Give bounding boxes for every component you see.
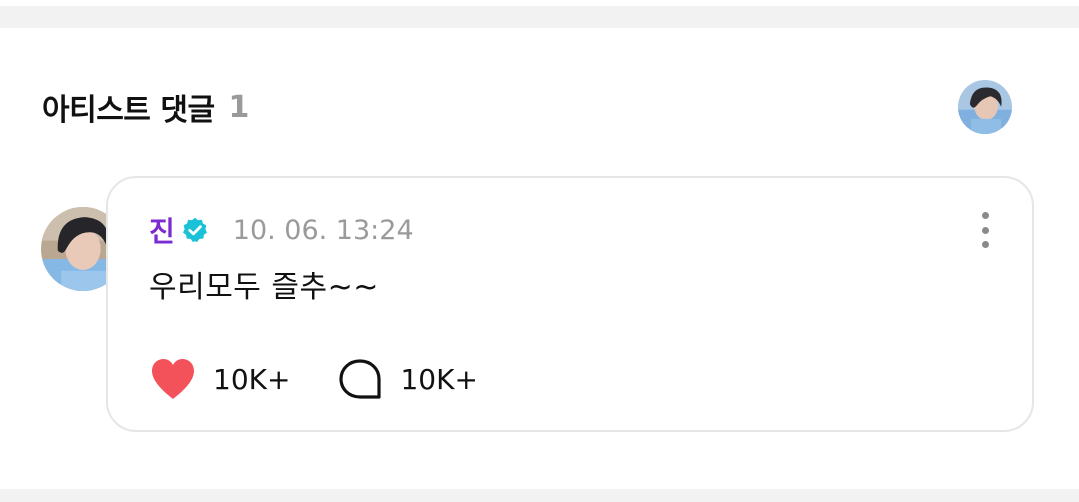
comment-actions: 10K+ 10K+ [149,356,478,402]
like-count: 10K+ [213,362,291,396]
heart-icon [152,359,194,399]
more-dot [981,241,989,248]
artist-avatar-small[interactable] [958,80,1012,134]
comment-card: 진 10. 06. 13:24 우리모두 즐추~~ 10K+ 10K+ [106,176,1034,432]
more-dot [981,212,989,219]
more-dot [981,226,989,234]
more-vertical-icon[interactable] [970,210,1000,250]
comment-count: 1 [228,89,250,125]
comment-text: 우리모두 즐추~~ [149,270,379,305]
like-button[interactable]: 10K+ [149,357,290,401]
top-divider-band [0,0,1079,28]
reply-count: 10K+ [400,362,478,396]
verified-badge-icon [182,217,207,243]
comment-timestamp: 10. 06. 13:24 [232,214,414,246]
avatar-image [958,80,1012,134]
author-name[interactable]: 진 [149,210,175,250]
section-title: 아티스트 댓글 [42,93,215,128]
reply-button[interactable]: 10K+ [336,357,478,401]
artist-comments-header: 아티스트 댓글 1 [42,84,249,130]
reply-bubble-icon [339,359,382,399]
comment-meta: 진 10. 06. 13:24 [149,210,414,250]
bottom-divider-band [0,489,1079,502]
